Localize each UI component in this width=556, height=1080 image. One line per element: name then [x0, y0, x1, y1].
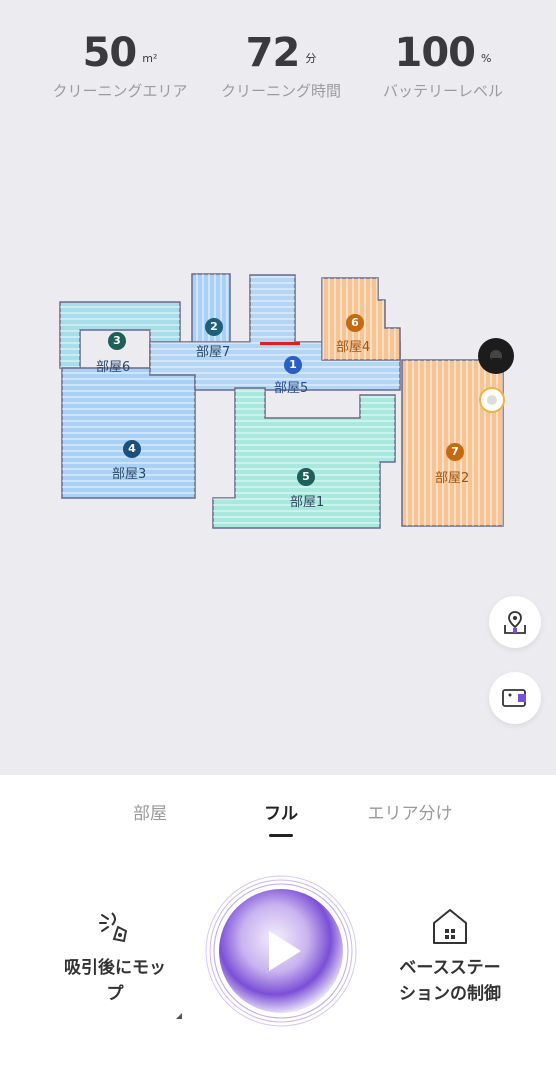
dropdown-corner-icon: [176, 1013, 182, 1019]
room-badge-3[interactable]: 4: [123, 440, 141, 458]
floor-map[interactable]: 3 部屋6 2 部屋7 1 部屋5 6 部屋4 4 部屋3 5 部屋1 7 部屋…: [50, 250, 520, 540]
room-label-4: 部屋4: [336, 340, 371, 355]
area-label: クリーニングエリア: [52, 82, 188, 100]
map-pin-icon: [504, 611, 526, 634]
control-panel: 部屋 フル エリア分け 吸引後にモッ プ ベースステー ションの制御: [0, 775, 556, 1080]
room-label-3: 部屋3: [112, 467, 147, 482]
room-badge-5[interactable]: 1: [284, 356, 302, 374]
mode-button[interactable]: 吸引後にモッ プ: [40, 905, 190, 1019]
room-label-6: 部屋6: [96, 360, 131, 375]
time-value: 72: [245, 30, 301, 76]
area-value: 50: [82, 30, 138, 76]
mode-label-2: プ: [106, 984, 124, 1004]
mode-label-1: 吸引後にモッ: [64, 958, 166, 978]
area-unit: m²: [142, 52, 158, 65]
vacuum-mop-icon: [99, 912, 128, 943]
room-badge-7[interactable]: 2: [205, 318, 223, 336]
base-station-button[interactable]: ベースステー ションの制御: [375, 905, 525, 1007]
stat-battery: 100% バッテリーレベル: [376, 30, 510, 101]
tab-zone[interactable]: エリア分け: [350, 799, 470, 824]
robot-icon: [478, 338, 514, 374]
tab-indicator: [269, 834, 293, 837]
room-label-5: 部屋5: [274, 381, 309, 396]
time-unit: 分: [305, 52, 317, 65]
play-icon: [205, 875, 357, 1027]
base-station-icon: [433, 909, 467, 944]
station-label-2: ションの制御: [399, 984, 501, 1004]
start-button[interactable]: [205, 875, 357, 1027]
room-badge-6[interactable]: 3: [108, 332, 126, 350]
room-badge-2[interactable]: 7: [446, 443, 464, 461]
dock-icon: [479, 387, 505, 413]
stat-time: 72 分 クリーニング時間: [214, 30, 348, 101]
camera-icon: [502, 689, 526, 707]
room-badge-1[interactable]: 5: [297, 468, 315, 486]
tab-full[interactable]: フル: [241, 799, 321, 824]
battery-unit: %: [481, 52, 492, 65]
camera-button[interactable]: [489, 672, 541, 724]
room-label-2: 部屋2: [435, 471, 470, 486]
room-label-7: 部屋7: [196, 345, 231, 360]
stats-bar: 50 m² クリーニングエリア 72 分 クリーニング時間 100% バッテリーレベ…: [0, 30, 556, 110]
battery-value: 100: [394, 30, 476, 76]
stat-area: 50 m² クリーニングエリア: [48, 30, 192, 101]
time-label: クリーニング時間: [220, 82, 341, 100]
tab-room[interactable]: 部屋: [110, 799, 190, 824]
battery-label: バッテリーレベル: [382, 82, 503, 100]
map-edit-button[interactable]: [489, 596, 541, 648]
room-label-1: 部屋1: [290, 495, 325, 510]
room-badge-4[interactable]: 6: [346, 314, 364, 332]
station-label-1: ベースステー: [399, 958, 501, 978]
